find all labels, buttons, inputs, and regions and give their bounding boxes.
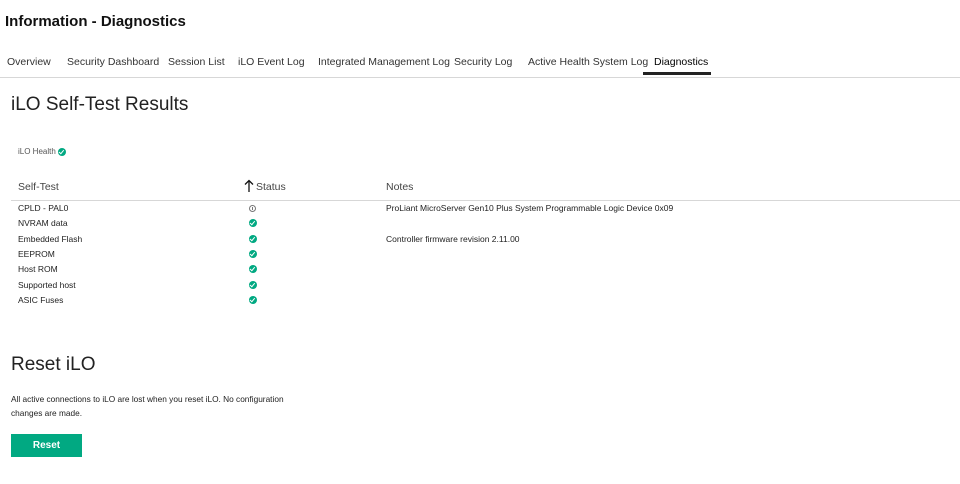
status-cell [249,219,257,229]
self-test-name: Host ROM [18,264,58,274]
check-circle-icon [249,250,257,258]
tab-security-dashboard[interactable]: Security Dashboard [67,56,159,68]
check-circle-icon [249,265,257,273]
reset-button[interactable]: Reset [11,434,82,457]
self-test-name: NVRAM data [18,218,68,228]
tab-ilo-event-log[interactable]: iLO Event Log [238,56,305,68]
reset-description: All active connections to iLO are lost w… [11,394,284,418]
table-row: Host ROM [0,262,960,277]
status-cell [249,265,257,275]
column-header-self-test[interactable]: Self-Test [18,181,59,193]
reset-heading: Reset iLO [11,354,96,375]
ilo-health-indicator: iLO Health [18,147,66,156]
tab-bar: Overview Security Dashboard Session List… [0,46,960,78]
info-circle-icon [249,205,256,212]
self-test-name: ASIC Fuses [18,295,64,305]
table-row: CPLD - PAL0 ProLiant MicroServer Gen10 P… [0,201,960,216]
status-cell [249,281,257,291]
status-cell [249,250,257,260]
self-test-name: Embedded Flash [18,234,83,244]
selftest-heading: iLO Self-Test Results [11,94,189,115]
page-title: Information - Diagnostics [5,13,186,30]
active-tab-indicator [643,72,711,75]
tab-active-health-system-log[interactable]: Active Health System Log [528,56,648,68]
notes-cell: Controller firmware revision 2.11.00 [386,234,520,244]
tab-session-list[interactable]: Session List [168,56,225,68]
table-row: EEPROM [0,247,960,262]
status-cell [249,235,257,245]
status-cell [249,204,256,214]
table-row: Supported host [0,278,960,293]
status-cell [249,296,257,306]
self-test-name: Supported host [18,280,76,290]
table-row: ASIC Fuses [0,293,960,308]
column-header-status[interactable]: Status [256,181,286,193]
tab-diagnostics[interactable]: Diagnostics [654,56,708,68]
table-row: NVRAM data [0,216,960,231]
table-row: Embedded Flash Controller firmware revis… [0,232,960,247]
tab-security-log[interactable]: Security Log [454,56,512,68]
column-header-notes[interactable]: Notes [386,181,413,193]
self-test-name: EEPROM [18,249,55,259]
check-circle-icon [249,281,257,289]
ilo-health-label: iLO Health [18,147,56,156]
self-test-name: CPLD - PAL0 [18,203,69,213]
check-circle-icon [57,147,66,156]
tab-overview[interactable]: Overview [7,56,51,68]
check-circle-icon [249,235,257,243]
check-circle-icon [249,296,257,304]
check-circle-icon [249,219,257,227]
arrow-up-icon[interactable] [244,179,254,193]
notes-cell: ProLiant MicroServer Gen10 Plus System P… [386,203,674,213]
tab-integrated-management-log[interactable]: Integrated Management Log [318,56,450,68]
